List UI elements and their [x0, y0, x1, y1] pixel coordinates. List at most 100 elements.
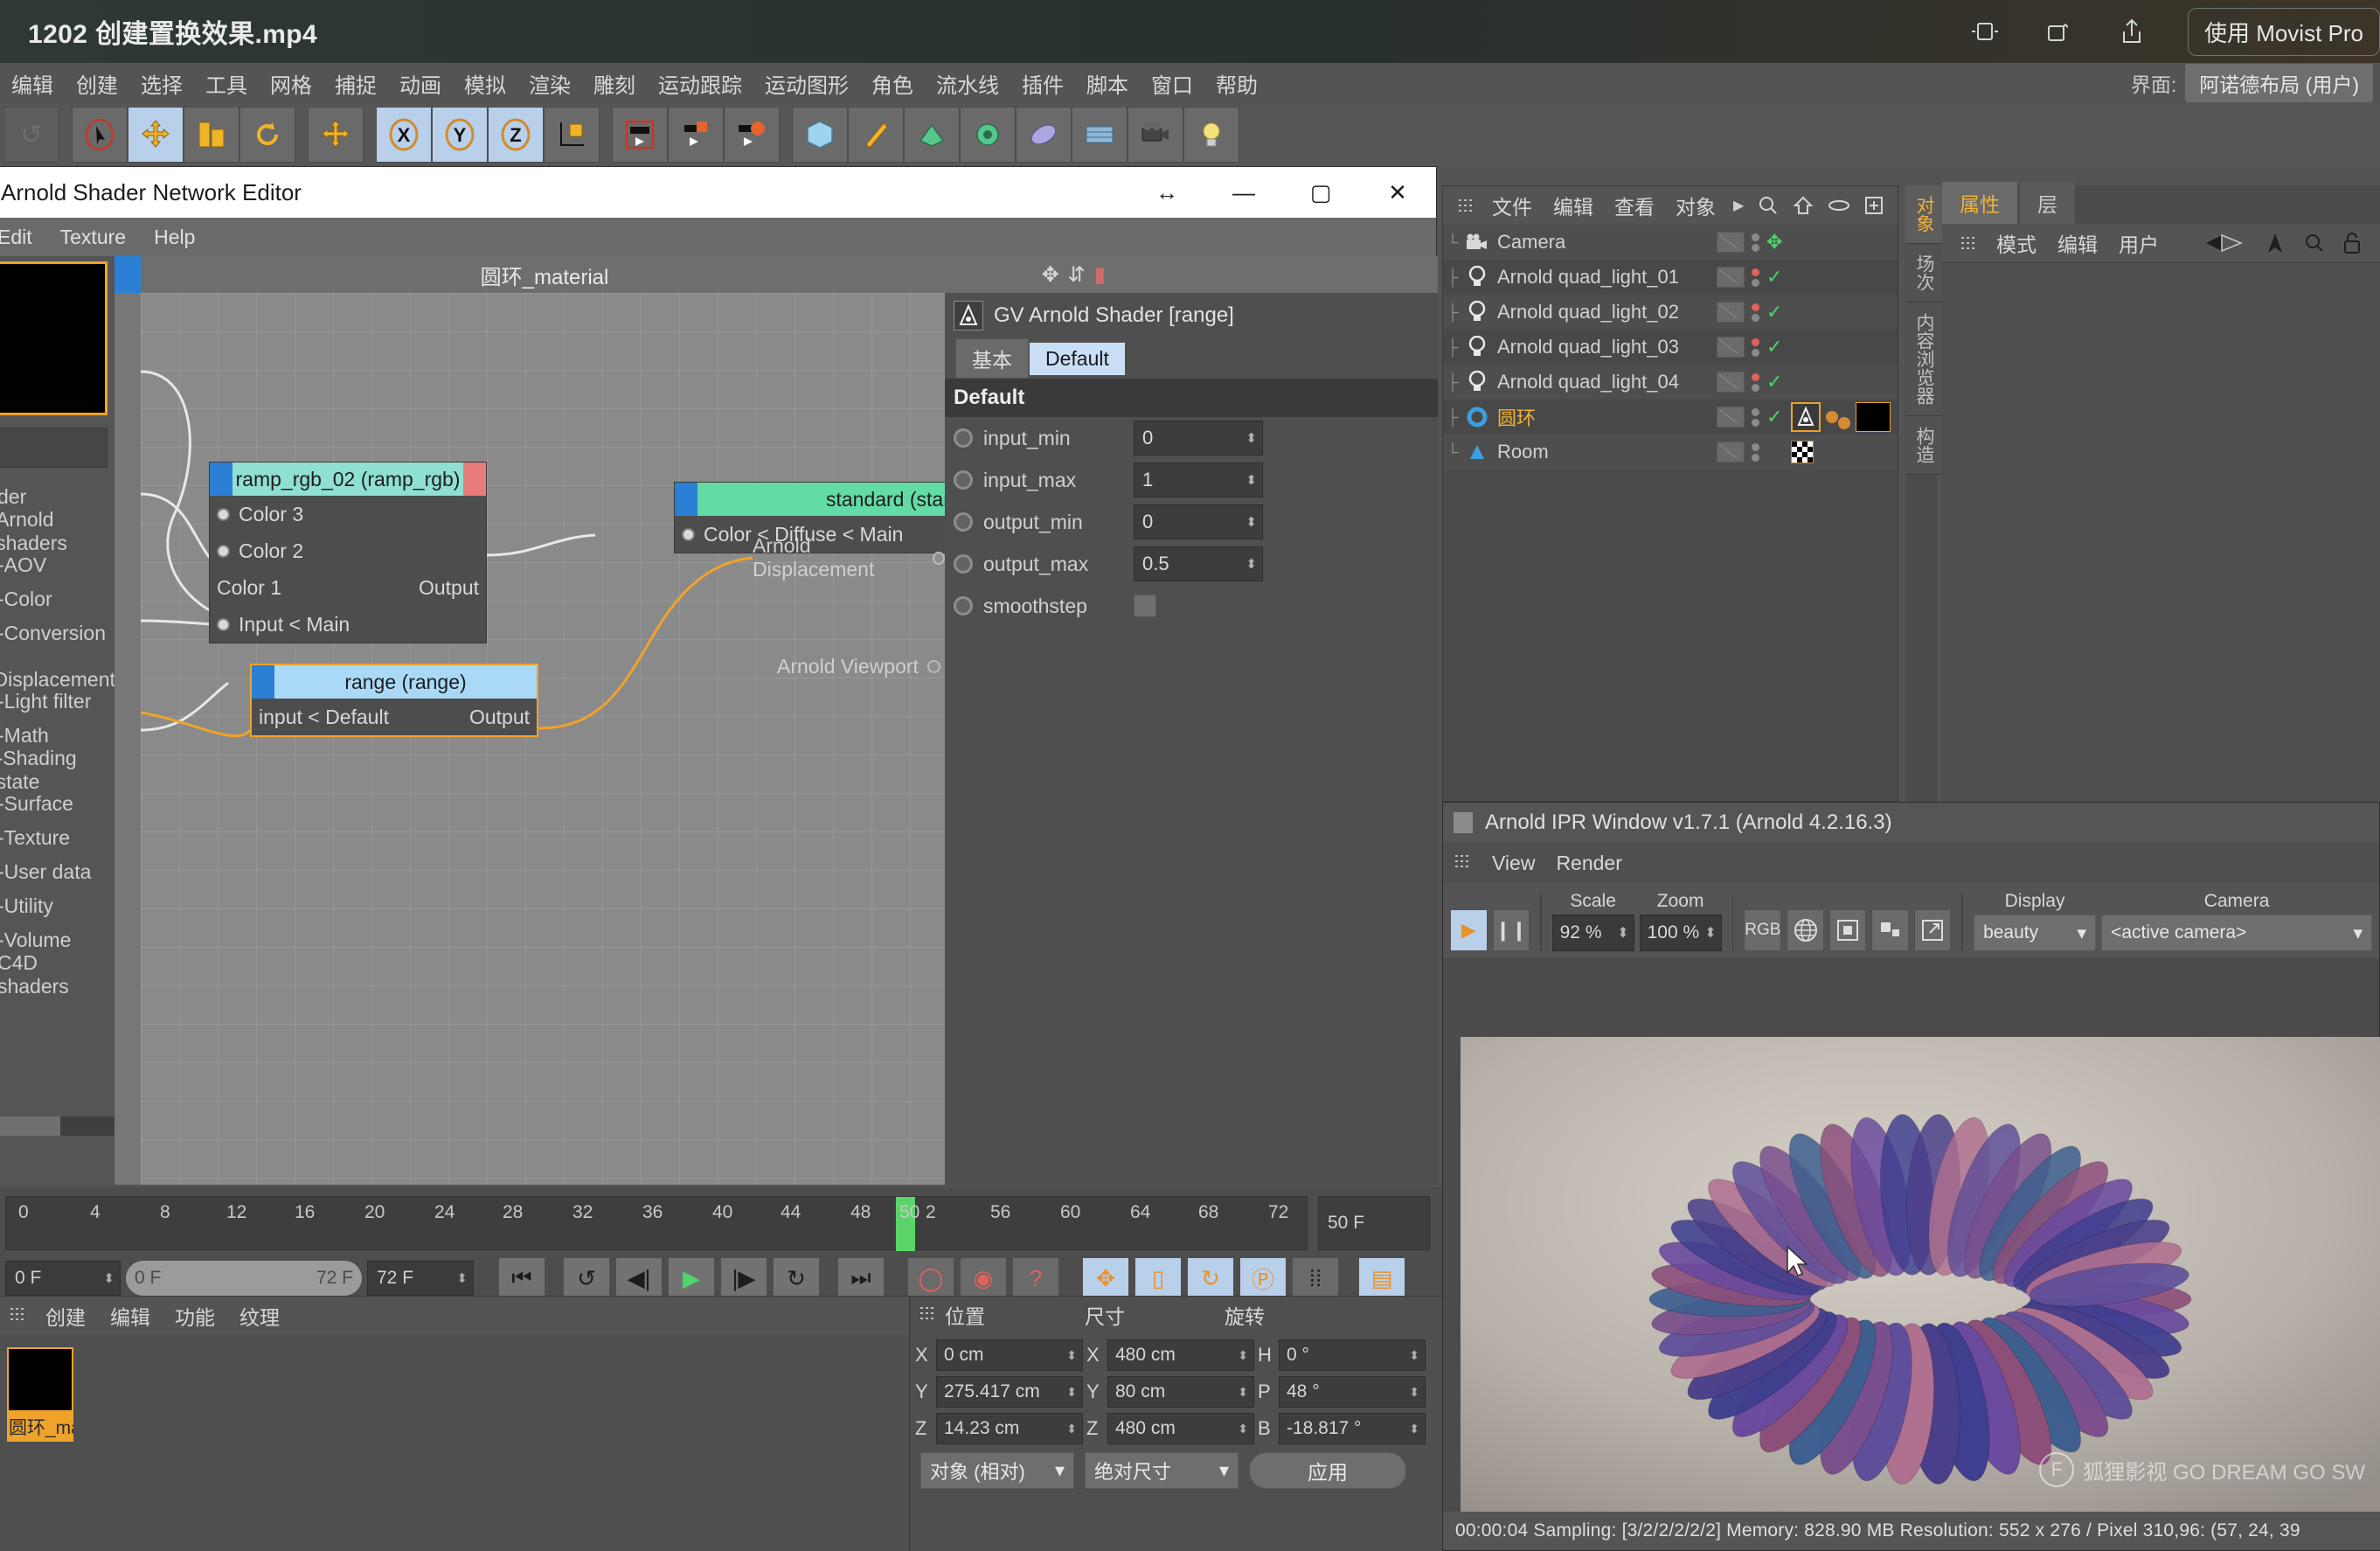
- visibility-dots[interactable]: [1752, 372, 1759, 392]
- material-thumbnail[interactable]: [7, 1347, 73, 1412]
- minimize-icon[interactable]: —: [1205, 167, 1282, 218]
- add-layer-icon[interactable]: [1857, 195, 1891, 216]
- display-dropdown[interactable]: beauty ▾: [1974, 915, 2097, 951]
- port-pin-icon[interactable]: [682, 527, 695, 541]
- ipr-menu-render[interactable]: Render: [1545, 852, 1632, 875]
- parameter-port-icon[interactable]: [954, 554, 973, 574]
- tree-item-utility[interactable]: ▶-Utility: [0, 889, 114, 923]
- label-arnold-viewport[interactable]: Arnold Viewport: [777, 655, 940, 678]
- scale-icon[interactable]: [184, 107, 239, 163]
- menu-item-window[interactable]: 窗口: [1140, 68, 1204, 99]
- visibility-dots[interactable]: [1752, 233, 1759, 252]
- om-menu-file[interactable]: 文件: [1481, 191, 1543, 220]
- tab-attributes[interactable]: 属性: [1942, 182, 2017, 224]
- record-keyframe-icon[interactable]: ◯: [907, 1257, 954, 1299]
- tree-item-displacement[interactable]: ▶-Displacement: [0, 644, 115, 691]
- grip-icon[interactable]: [910, 1304, 945, 1327]
- spinner-icon[interactable]: ⬍: [1246, 472, 1257, 488]
- label-arnold-displacement[interactable]: Arnold Displacement: [753, 534, 945, 581]
- loop-forward-icon[interactable]: ↻: [773, 1257, 820, 1299]
- spinner-icon[interactable]: ⬍: [103, 1270, 114, 1286]
- table-row[interactable]: └ Room ✓: [1443, 435, 1898, 469]
- size-x-field[interactable]: 480 cm ⬍: [1107, 1339, 1254, 1371]
- popout-icon[interactable]: [1913, 909, 1952, 951]
- grip-icon[interactable]: [1951, 234, 1986, 252]
- visibility-toggle[interactable]: [1717, 232, 1745, 253]
- spinner-icon[interactable]: ⬍: [1704, 924, 1716, 942]
- parameter-port-icon[interactable]: [954, 596, 973, 616]
- table-row[interactable]: ├ Arnold quad_light_04 ✓: [1443, 365, 1898, 400]
- camera-dropdown[interactable]: <active camera> ▾: [2101, 915, 2373, 951]
- point-level-icon[interactable]: ⁞⁞: [1292, 1257, 1339, 1299]
- sne-menu-texture[interactable]: Texture: [46, 226, 140, 249]
- spinner-icon[interactable]: ⬍: [1238, 1422, 1248, 1436]
- menu-item-character[interactable]: 角色: [860, 68, 925, 99]
- smoothstep-checkbox[interactable]: [1134, 595, 1156, 617]
- node-port-color1[interactable]: Color 1: [217, 576, 281, 600]
- scale-input[interactable]: 92 % ⬍: [1551, 915, 1634, 951]
- node-port-output[interactable]: Output: [469, 706, 530, 729]
- back-arrow-icon[interactable]: [2196, 232, 2255, 254]
- spinner-icon[interactable]: ⬍: [1246, 556, 1257, 572]
- node-port-input-main[interactable]: Input < Main: [210, 606, 486, 643]
- size-y-field[interactable]: 80 cm ⬍: [1107, 1376, 1254, 1408]
- close-graph-icon[interactable]: ▮: [1094, 262, 1106, 288]
- timeline-ruler[interactable]: 0 4 8 12 16 20 24 28 32 36 40 44 48 50 2…: [5, 1196, 1308, 1251]
- scrollbar-thumb[interactable]: [0, 1116, 60, 1136]
- spinner-icon[interactable]: ⬍: [1066, 1348, 1077, 1363]
- table-row[interactable]: ├ Arnold quad_light_03 ✓: [1443, 330, 1898, 365]
- menu-item-motion-tracker[interactable]: 运动跟踪: [647, 68, 753, 99]
- menu-item-render[interactable]: 渲染: [517, 68, 582, 99]
- node-ramp-rgb[interactable]: ramp_rgb_02 (ramp_rgb) Color 3 Color 2 C…: [209, 462, 487, 643]
- side-tab-takes[interactable]: 场次: [1905, 244, 1942, 303]
- menu-item-edit[interactable]: 编辑: [0, 68, 65, 99]
- output-min-field[interactable]: 0 ⬍: [1134, 504, 1263, 539]
- port-pin-icon[interactable]: [217, 507, 230, 521]
- home-icon[interactable]: [1786, 195, 1821, 216]
- side-tab-content-browser[interactable]: 内容浏览器: [1905, 303, 1942, 416]
- parameter-port-icon[interactable]: [954, 428, 973, 448]
- axis-y-icon[interactable]: Y: [432, 107, 488, 163]
- spinner-icon[interactable]: ⬍: [1617, 924, 1628, 942]
- deformer-icon[interactable]: [960, 107, 1016, 163]
- arnold-tag-icon[interactable]: [1791, 402, 1821, 432]
- more-arrow-icon[interactable]: ▶: [1726, 197, 1751, 214]
- menu-item-create[interactable]: 创建: [65, 68, 129, 99]
- rotation-p-field[interactable]: 48 ° ⬍: [1279, 1376, 1426, 1408]
- movist-pro-badge[interactable]: 使用 Movist Pro: [2187, 7, 2380, 56]
- menu-item-animation[interactable]: 动画: [388, 68, 453, 99]
- scale-key-icon[interactable]: ▯: [1134, 1257, 1182, 1299]
- visibility-toggle[interactable]: [1717, 267, 1745, 288]
- go-to-end-icon[interactable]: ⏭: [837, 1257, 885, 1299]
- side-tab-objects[interactable]: 对象: [1905, 185, 1942, 244]
- axis-x-icon[interactable]: X: [376, 107, 432, 163]
- mm-menu-function[interactable]: 功能: [163, 1301, 227, 1331]
- port-pin-icon[interactable]: [932, 551, 945, 565]
- search-input[interactable]: [0, 428, 108, 468]
- alpha-icon[interactable]: [1828, 909, 1867, 951]
- move-axis-icon[interactable]: [308, 107, 364, 163]
- spinner-icon[interactable]: ⬍: [1238, 1385, 1248, 1400]
- visibility-dots[interactable]: [1752, 442, 1759, 462]
- menu-item-tools[interactable]: 工具: [194, 68, 259, 99]
- position-key-icon[interactable]: ✥: [1082, 1257, 1129, 1299]
- enable-toggle[interactable]: ✓: [1766, 336, 1786, 358]
- step-back-icon[interactable]: ◀|: [615, 1257, 663, 1299]
- position-y-field[interactable]: 275.417 cm ⬍: [936, 1376, 1083, 1408]
- sne-menu-help[interactable]: Help: [140, 226, 209, 249]
- input-min-field[interactable]: 0 ⬍: [1134, 421, 1263, 456]
- generator-icon[interactable]: [904, 107, 960, 163]
- resize-icon[interactable]: ↔: [1128, 167, 1205, 218]
- rotation-h-field[interactable]: 0 ° ⬍: [1279, 1339, 1426, 1371]
- move-icon[interactable]: [128, 107, 184, 163]
- node-canvas[interactable]: ramp_rgb_02 (ramp_rgb) Color 3 Color 2 C…: [141, 293, 945, 1185]
- size-mode-dropdown[interactable]: 绝对尺寸 ▾: [1085, 1452, 1239, 1489]
- world-axis-icon[interactable]: [544, 107, 600, 163]
- node-range[interactable]: range (range) input < Default Output: [250, 664, 538, 737]
- window-menu-icon[interactable]: [1454, 812, 1473, 833]
- maximize-icon[interactable]: ▢: [1282, 167, 1359, 218]
- spinner-icon[interactable]: ⬍: [456, 1270, 468, 1286]
- output-max-field[interactable]: 0.5 ⬍: [1134, 546, 1263, 581]
- share-icon[interactable]: [2114, 17, 2149, 46]
- ipr-menu-view[interactable]: View: [1481, 852, 1545, 875]
